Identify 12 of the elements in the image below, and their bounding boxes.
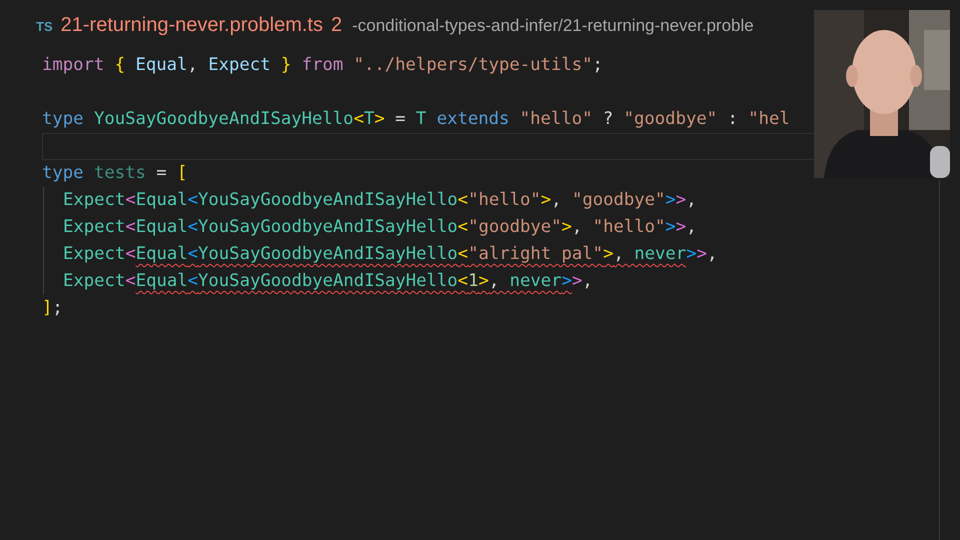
code-line: Expect<Equal<YouSayGoodbyeAndISayHello<"alright pal">, never>>, bbox=[62, 243, 718, 266]
file-path: -conditional-types-and-infer/21-returning-never.proble bbox=[352, 16, 754, 36]
problem-count: 2 bbox=[330, 14, 342, 37]
file-name[interactable]: 21-returning-never.problem.ts bbox=[60, 14, 323, 37]
code-line: import { Equal, Expect } from "../helpers/type-utils"; bbox=[42, 54, 603, 77]
file-type-icon: TS bbox=[36, 19, 53, 34]
code-line: type tests = [ bbox=[42, 162, 188, 185]
code-line: Expect<Equal<YouSayGoodbyeAndISayHello<"goodbye">, "hello">>, bbox=[62, 216, 697, 239]
code-line: ]; bbox=[42, 297, 63, 320]
code-line: Expect<Equal<YouSayGoodbyeAndISayHello<1>, never>>, bbox=[62, 270, 593, 293]
code-line: type YouSayGoodbyeAndISayHello<T> = T extends "hello" ? "goodbye" : "hel bbox=[42, 108, 790, 131]
code-line: Expect<Equal<YouSayGoodbyeAndISayHello<"hello">, "goodbye">>, bbox=[62, 189, 697, 212]
